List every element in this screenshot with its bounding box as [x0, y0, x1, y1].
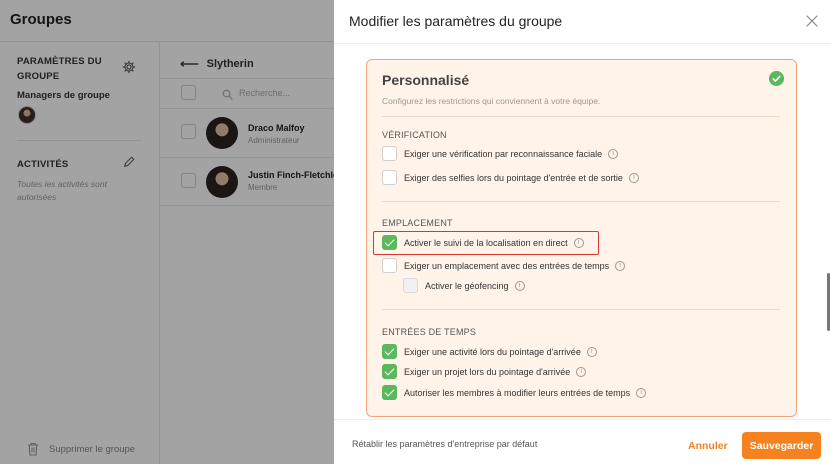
- info-icon[interactable]: i: [628, 172, 639, 183]
- save-button[interactable]: Sauvegarder: [742, 432, 821, 459]
- divider: [382, 201, 780, 202]
- option-location-time-entries[interactable]: Exiger un emplacement avec des entrées d…: [382, 258, 626, 273]
- option-label: Autoriser les membres à modifier leurs e…: [404, 387, 631, 398]
- modal-backdrop[interactable]: [0, 0, 334, 464]
- info-icon[interactable]: i: [586, 346, 597, 357]
- info-icon[interactable]: i: [636, 387, 647, 398]
- option-label: Exiger un projet lors du pointage d'arri…: [404, 366, 571, 377]
- check-icon: [769, 71, 784, 86]
- option-activity-required[interactable]: Exiger une activité lors du pointage d'a…: [382, 344, 597, 359]
- card-description: Configurez les restrictions qui convienn…: [382, 96, 601, 106]
- option-selfies[interactable]: Exiger des selfies lors du pointage d'en…: [382, 170, 639, 185]
- section-title-verification: VÉRIFICATION: [382, 130, 447, 140]
- option-project-required[interactable]: Exiger un projet lors du pointage d'arri…: [382, 364, 587, 379]
- scrollbar[interactable]: [827, 273, 830, 331]
- highlight-box: [373, 231, 599, 255]
- edit-group-settings-modal: Modifier les paramètres du groupe Person…: [334, 0, 831, 464]
- option-label: Exiger des selfies lors du pointage d'en…: [404, 172, 623, 183]
- option-label: Activer le géofencing: [425, 280, 509, 291]
- modal-header: Modifier les paramètres du groupe: [334, 0, 831, 44]
- modal-title: Modifier les paramètres du groupe: [349, 13, 563, 29]
- divider: [382, 309, 780, 310]
- checkbox[interactable]: [382, 385, 397, 400]
- section-title-time-entries: ENTRÉES DE TEMPS: [382, 327, 477, 337]
- checkbox[interactable]: [382, 170, 397, 185]
- checkbox[interactable]: [382, 258, 397, 273]
- option-geofencing[interactable]: Activer le géofencing i: [403, 278, 525, 293]
- section-title-location: EMPLACEMENT: [382, 218, 453, 228]
- info-icon[interactable]: i: [576, 366, 587, 377]
- divider: [382, 116, 780, 117]
- cancel-button[interactable]: Annuler: [682, 434, 734, 458]
- info-icon[interactable]: i: [514, 280, 525, 291]
- close-icon[interactable]: [805, 14, 819, 28]
- info-icon[interactable]: i: [608, 148, 619, 159]
- option-label: Exiger une activité lors du pointage d'a…: [404, 346, 581, 357]
- option-label: Exiger un emplacement avec des entrées d…: [404, 260, 610, 271]
- option-face-recognition[interactable]: Exiger une vérification par reconnaissan…: [382, 146, 619, 161]
- checkbox[interactable]: [382, 344, 397, 359]
- card-title: Personnalisé: [382, 72, 470, 88]
- reset-defaults-link[interactable]: Rétablir les paramètres d'entreprise par…: [352, 439, 537, 449]
- checkbox[interactable]: [382, 364, 397, 379]
- option-edit-time-entries[interactable]: Autoriser les membres à modifier leurs e…: [382, 385, 647, 400]
- info-icon[interactable]: i: [615, 260, 626, 271]
- checkbox[interactable]: [403, 278, 418, 293]
- option-label: Exiger une vérification par reconnaissan…: [404, 148, 603, 159]
- checkbox[interactable]: [382, 146, 397, 161]
- modal-footer: Rétablir les paramètres d'entreprise par…: [334, 419, 831, 464]
